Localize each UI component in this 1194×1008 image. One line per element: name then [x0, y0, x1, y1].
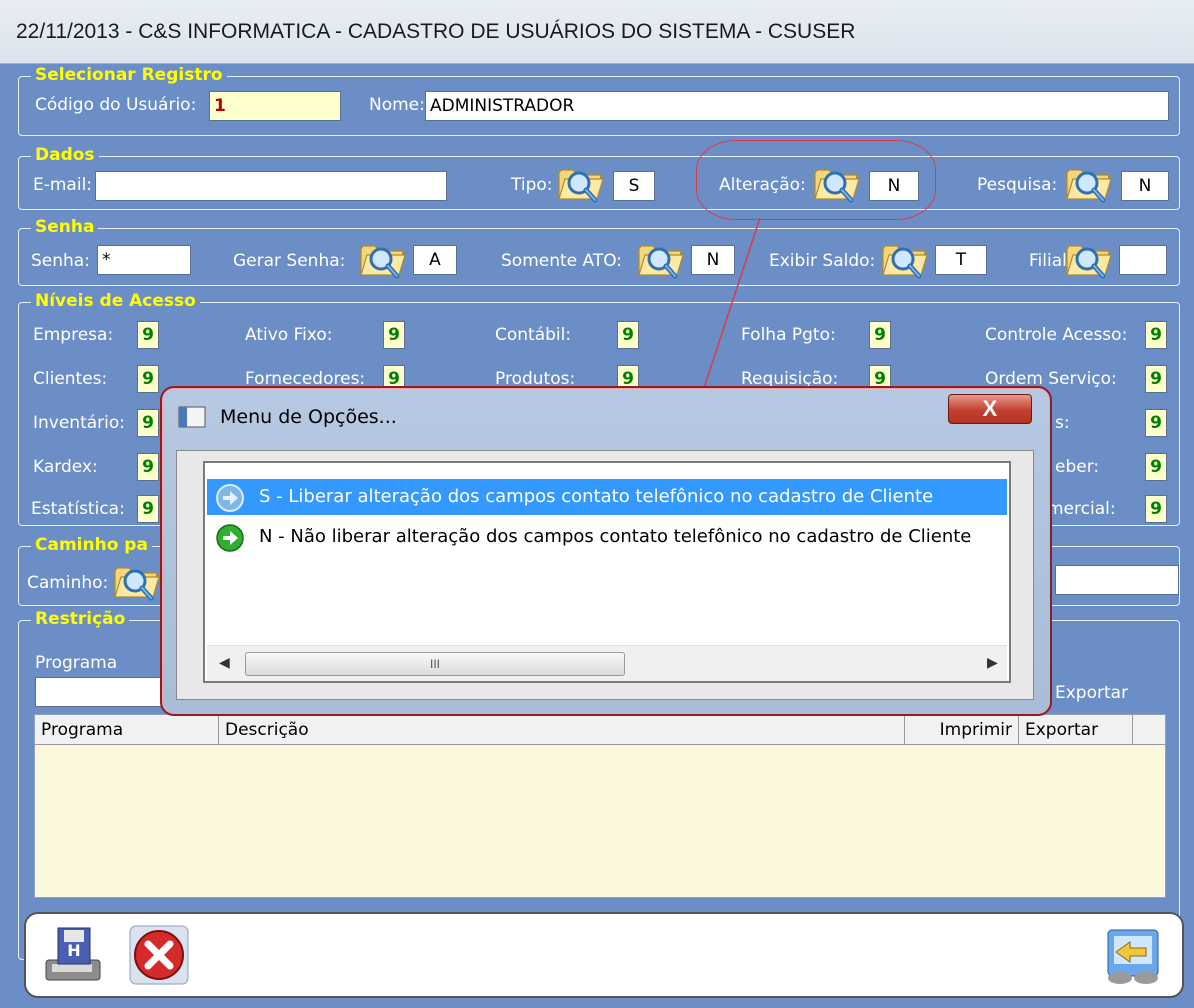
dialog-content: S - Liberar alteração dos campos contato…	[176, 450, 1034, 700]
exit-transfer-icon[interactable]	[1100, 922, 1166, 988]
dialog-close-button[interactable]: X	[948, 394, 1032, 424]
horizontal-scrollbar[interactable]: ◀ III ▶	[207, 645, 1007, 681]
scroll-right-icon[interactable]: ▶	[987, 654, 998, 671]
options-listbox[interactable]: S - Liberar alteração dos campos contato…	[203, 461, 1011, 683]
scroll-left-icon[interactable]: ◀	[219, 654, 230, 671]
window-icon	[178, 406, 206, 428]
arrow-right-icon	[216, 484, 244, 512]
bottom-toolbar: H	[24, 912, 1184, 998]
menu-opcoes-dialog: Menu de Opções... X S - Liberar alteraçã…	[160, 386, 1052, 716]
option-n[interactable]: N - Não liberar alteração dos campos con…	[207, 519, 1007, 555]
close-icon[interactable]	[128, 924, 190, 986]
scroll-thumb[interactable]: III	[245, 652, 625, 676]
save-icon[interactable]: H	[42, 924, 104, 986]
option-s[interactable]: S - Liberar alteração dos campos contato…	[207, 479, 1007, 515]
svg-text:H: H	[67, 941, 80, 960]
arrow-right-icon	[216, 524, 244, 552]
option-s-label: S - Liberar alteração dos campos contato…	[259, 486, 934, 507]
dialog-title: Menu de Opções...	[220, 406, 397, 428]
option-n-label: N - Não liberar alteração dos campos con…	[259, 526, 972, 547]
